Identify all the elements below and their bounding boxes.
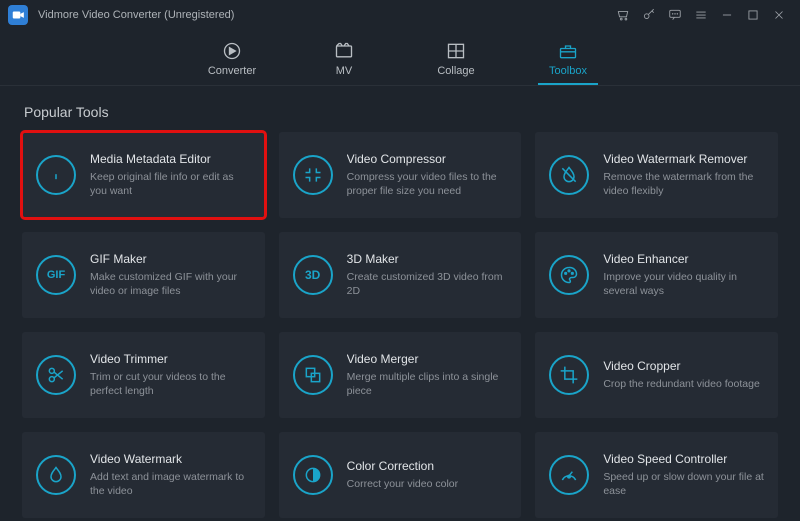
merge-icon <box>293 355 333 395</box>
card-title: Video Watermark <box>90 452 251 466</box>
titlebar: Vidmore Video Converter (Unregistered) <box>0 0 800 30</box>
card-title: Video Trimmer <box>90 352 251 366</box>
key-icon[interactable] <box>636 2 662 28</box>
scissors-icon <box>36 355 76 395</box>
card-desc: Improve your video quality in several wa… <box>603 270 764 298</box>
color-icon <box>293 455 333 495</box>
card-desc: Add text and image watermark to the vide… <box>90 470 251 498</box>
card-desc: Speed up or slow down your file at ease <box>603 470 764 498</box>
tab-converter[interactable]: Converter <box>202 40 262 85</box>
card-desc: Crop the redundant video footage <box>603 377 764 391</box>
minimize-icon[interactable] <box>714 2 740 28</box>
card-desc: Trim or cut your videos to the perfect l… <box>90 370 251 398</box>
card-desc: Remove the watermark from the video flex… <box>603 170 764 198</box>
threed-icon: 3D <box>293 255 333 295</box>
tab-label: Collage <box>437 65 474 77</box>
card-video-trimmer[interactable]: Video Trimmer Trim or cut your videos to… <box>22 332 265 418</box>
card-title: GIF Maker <box>90 252 251 266</box>
speed-icon <box>549 455 589 495</box>
section-title: Popular Tools <box>24 104 778 120</box>
tab-toolbox[interactable]: Toolbox <box>538 40 598 85</box>
toolbox-icon <box>557 40 579 62</box>
card-title: Video Merger <box>347 352 508 366</box>
tabs: Converter MV Collage Toolbox <box>0 30 800 86</box>
card-desc: Compress your video files to the proper … <box>347 170 508 198</box>
crop-icon <box>549 355 589 395</box>
tools-grid: Media Metadata Editor Keep original file… <box>22 132 778 518</box>
tab-label: Converter <box>208 65 256 77</box>
water-icon <box>36 455 76 495</box>
palette-icon <box>549 255 589 295</box>
card-video-enhancer[interactable]: Video Enhancer Improve your video qualit… <box>535 232 778 318</box>
app-logo <box>8 5 28 25</box>
card-video-cropper[interactable]: Video Cropper Crop the redundant video f… <box>535 332 778 418</box>
tab-collage[interactable]: Collage <box>426 40 486 85</box>
collage-icon <box>445 40 467 62</box>
app-title: Vidmore Video Converter (Unregistered) <box>38 9 234 21</box>
content: Popular Tools Media Metadata Editor Keep… <box>0 86 800 521</box>
card-video-speed-controller[interactable]: Video Speed Controller Speed up or slow … <box>535 432 778 518</box>
card-title: Video Compressor <box>347 152 508 166</box>
card-title: Color Correction <box>347 459 508 473</box>
card-video-watermark[interactable]: Video Watermark Add text and image water… <box>22 432 265 518</box>
card-desc: Merge multiple clips into a single piece <box>347 370 508 398</box>
card-3d-maker[interactable]: 3D 3D Maker Create customized 3D video f… <box>279 232 522 318</box>
tab-label: MV <box>336 65 353 77</box>
card-title: Media Metadata Editor <box>90 152 251 166</box>
card-video-merger[interactable]: Video Merger Merge multiple clips into a… <box>279 332 522 418</box>
feedback-icon[interactable] <box>662 2 688 28</box>
card-title: Video Enhancer <box>603 252 764 266</box>
no-water-icon <box>549 155 589 195</box>
tab-mv[interactable]: MV <box>314 40 374 85</box>
info-icon <box>36 155 76 195</box>
card-desc: Keep original file info or edit as you w… <box>90 170 251 198</box>
close-icon[interactable] <box>766 2 792 28</box>
card-color-correction[interactable]: Color Correction Correct your video colo… <box>279 432 522 518</box>
card-media-metadata-editor[interactable]: Media Metadata Editor Keep original file… <box>22 132 265 218</box>
menu-icon[interactable] <box>688 2 714 28</box>
mv-icon <box>333 40 355 62</box>
card-desc: Make customized GIF with your video or i… <box>90 270 251 298</box>
card-title: Video Speed Controller <box>603 452 764 466</box>
card-title: 3D Maker <box>347 252 508 266</box>
card-video-watermark-remover[interactable]: Video Watermark Remover Remove the water… <box>535 132 778 218</box>
card-desc: Create customized 3D video from 2D <box>347 270 508 298</box>
tab-label: Toolbox <box>549 65 587 77</box>
compress-icon <box>293 155 333 195</box>
card-desc: Correct your video color <box>347 477 508 491</box>
cart-icon[interactable] <box>610 2 636 28</box>
gif-icon: GIF <box>36 255 76 295</box>
card-title: Video Cropper <box>603 359 764 373</box>
converter-icon <box>221 40 243 62</box>
card-gif-maker[interactable]: GIF GIF Maker Make customized GIF with y… <box>22 232 265 318</box>
card-title: Video Watermark Remover <box>603 152 764 166</box>
maximize-icon[interactable] <box>740 2 766 28</box>
card-video-compressor[interactable]: Video Compressor Compress your video fil… <box>279 132 522 218</box>
